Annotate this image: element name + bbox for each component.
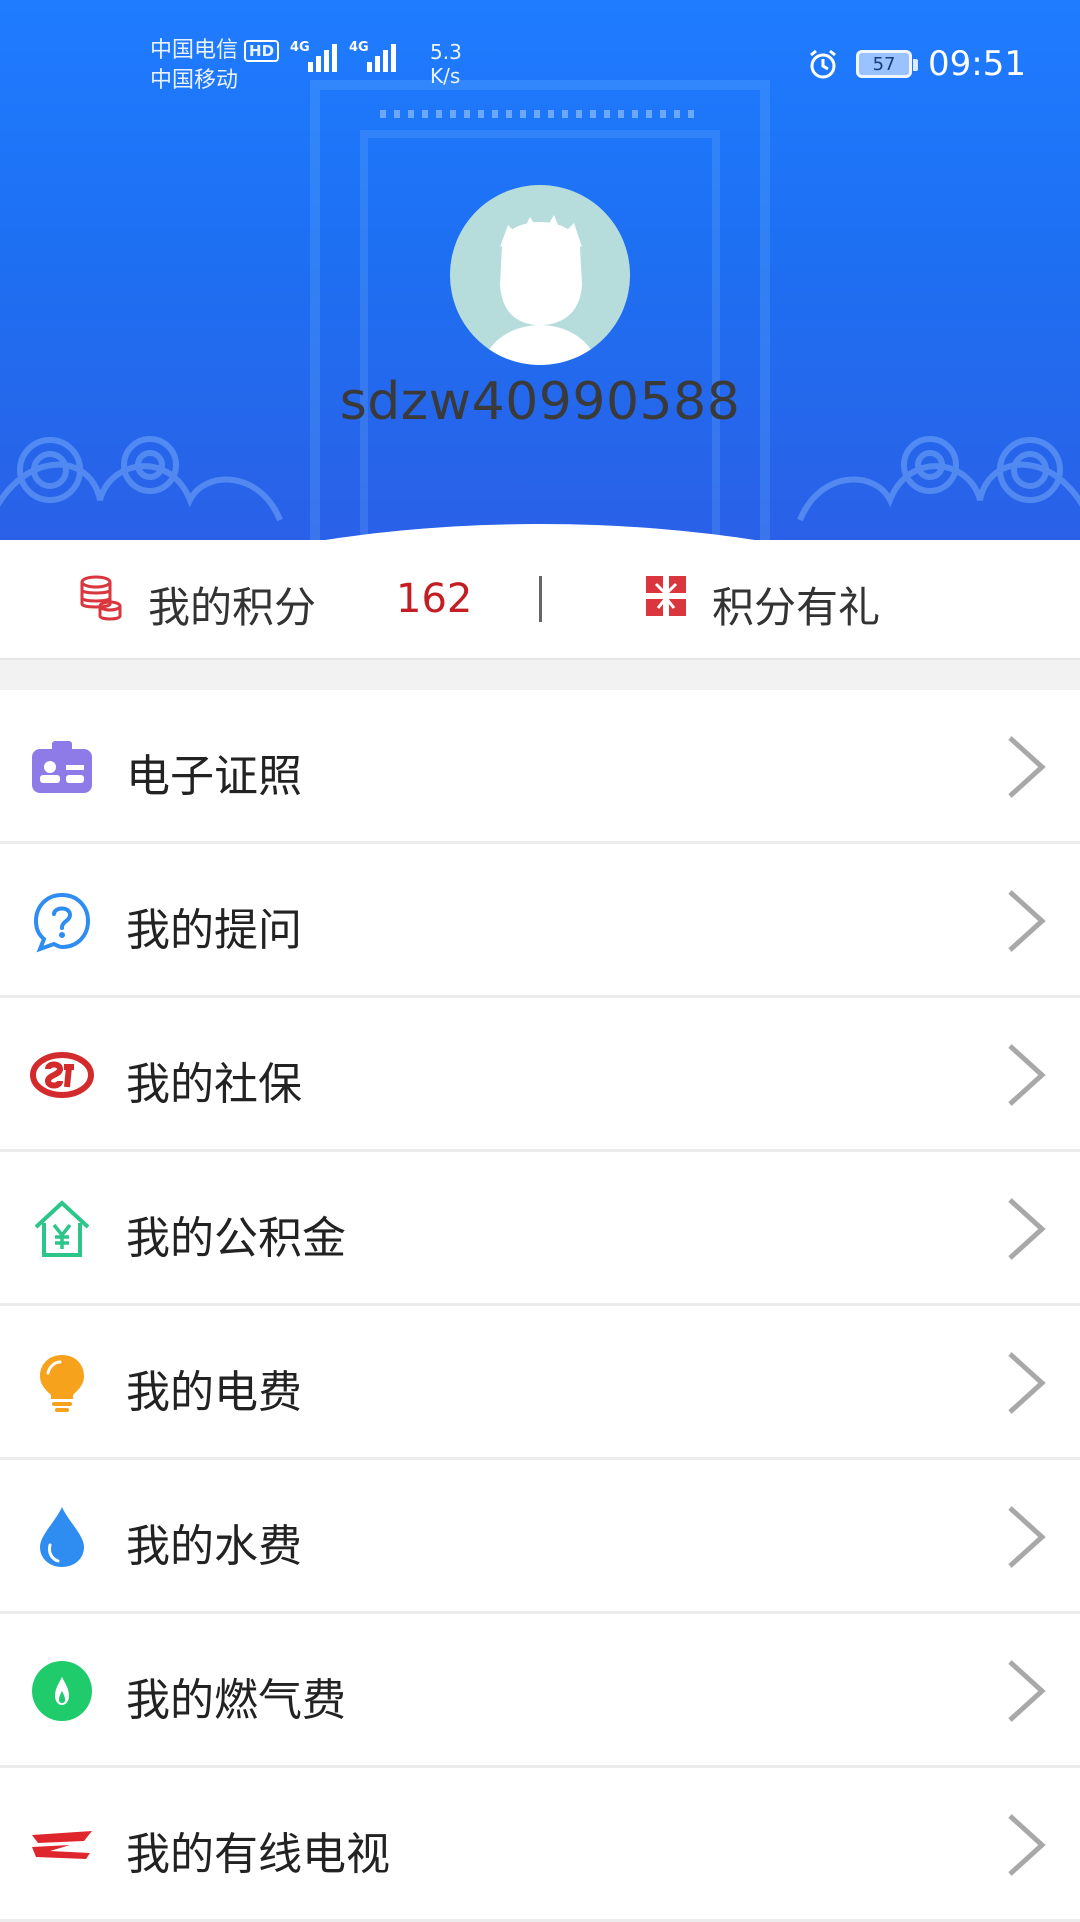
carrier-1-name: 中国电信 (150, 38, 239, 63)
menu-item-e-license[interactable]: 电子证照 (0, 690, 1080, 844)
menu-item-water-bill[interactable]: 我的水费 (0, 1460, 1080, 1614)
section-gap (0, 658, 1080, 690)
carrier-2-name: 中国移动 (150, 68, 239, 93)
menu-list: 电子证照 我的提问 我的社保 我的公积金 我的电费 我的水费 我的燃气费 我的有… (0, 690, 1080, 1922)
gas-flame-icon (32, 1661, 92, 1721)
gift-icon (646, 576, 686, 616)
menu-item-housing-fund[interactable]: 我的公积金 (0, 1152, 1080, 1306)
points-bar: 我的积分 162 积分有礼 (0, 540, 1080, 658)
menu-item-label: 我的公积金 (126, 1213, 346, 1264)
id-card-icon (32, 741, 92, 793)
my-points-label[interactable]: 我的积分 (148, 574, 316, 635)
signal-indicators: 4G 4G (290, 40, 396, 72)
battery-level: 57 (872, 53, 896, 75)
network-speed-unit: K/s (430, 64, 461, 88)
username: sdzw40990588 (339, 372, 741, 432)
points-gift-link[interactable]: 积分有礼 (712, 574, 880, 635)
chevron-right-icon (1008, 1506, 1046, 1568)
avatar[interactable] (450, 185, 630, 365)
menu-item-label: 我的社保 (126, 1059, 302, 1110)
menu-item-label: 我的电费 (126, 1367, 302, 1418)
chevron-right-icon (1008, 1814, 1046, 1876)
points-divider (539, 576, 542, 622)
housing-fund-icon (34, 1200, 90, 1257)
water-drop-icon (40, 1507, 84, 1567)
coins-stack-icon (80, 575, 122, 621)
menu-item-label: 我的提问 (126, 905, 302, 956)
chevron-right-icon (1008, 736, 1046, 798)
menu-item-label: 我的水费 (126, 1521, 302, 1572)
menu-item-social-security[interactable]: 我的社保 (0, 998, 1080, 1152)
menu-item-gas-bill[interactable]: 我的燃气费 (0, 1614, 1080, 1768)
default-avatar-icon (450, 185, 630, 365)
question-bubble-icon (33, 892, 91, 953)
signal-2-icon: 4G (349, 40, 396, 72)
clock: 09:51 (928, 44, 1026, 84)
network-2-type: 4G (349, 40, 369, 55)
cable-tv-icon (32, 1831, 92, 1859)
status-bar: 中国电信 HD 中国移动 4G 4G 5.3 K/s 57 09:51 (0, 0, 1080, 100)
chevron-right-icon (1008, 1352, 1046, 1414)
chevron-right-icon (1008, 1660, 1046, 1722)
light-bulb-icon (40, 1355, 84, 1412)
chevron-right-icon (1008, 1044, 1046, 1106)
hd-badge: HD (244, 40, 280, 62)
menu-item-electricity-bill[interactable]: 我的电费 (0, 1306, 1080, 1460)
chevron-right-icon (1008, 890, 1046, 952)
carrier-info: 中国电信 HD 中国移动 (150, 36, 280, 96)
chevron-right-icon (1008, 1198, 1046, 1260)
network-1-type: 4G (290, 40, 310, 55)
menu-item-label: 我的燃气费 (126, 1675, 346, 1726)
social-security-icon (30, 1052, 94, 1098)
network-speed-value: 5.3 (430, 40, 462, 64)
menu-item-my-questions[interactable]: 我的提问 (0, 844, 1080, 998)
menu-item-cable-tv[interactable]: 我的有线电视 (0, 1768, 1080, 1922)
alarm-icon (810, 49, 836, 79)
menu-item-label: 我的有线电视 (126, 1829, 390, 1880)
points-value[interactable]: 162 (396, 576, 472, 622)
signal-1-icon: 4G (290, 40, 337, 72)
battery-icon: 57 (856, 50, 919, 78)
network-speed: 5.3 K/s (430, 40, 462, 88)
menu-item-label: 电子证照 (126, 751, 302, 802)
